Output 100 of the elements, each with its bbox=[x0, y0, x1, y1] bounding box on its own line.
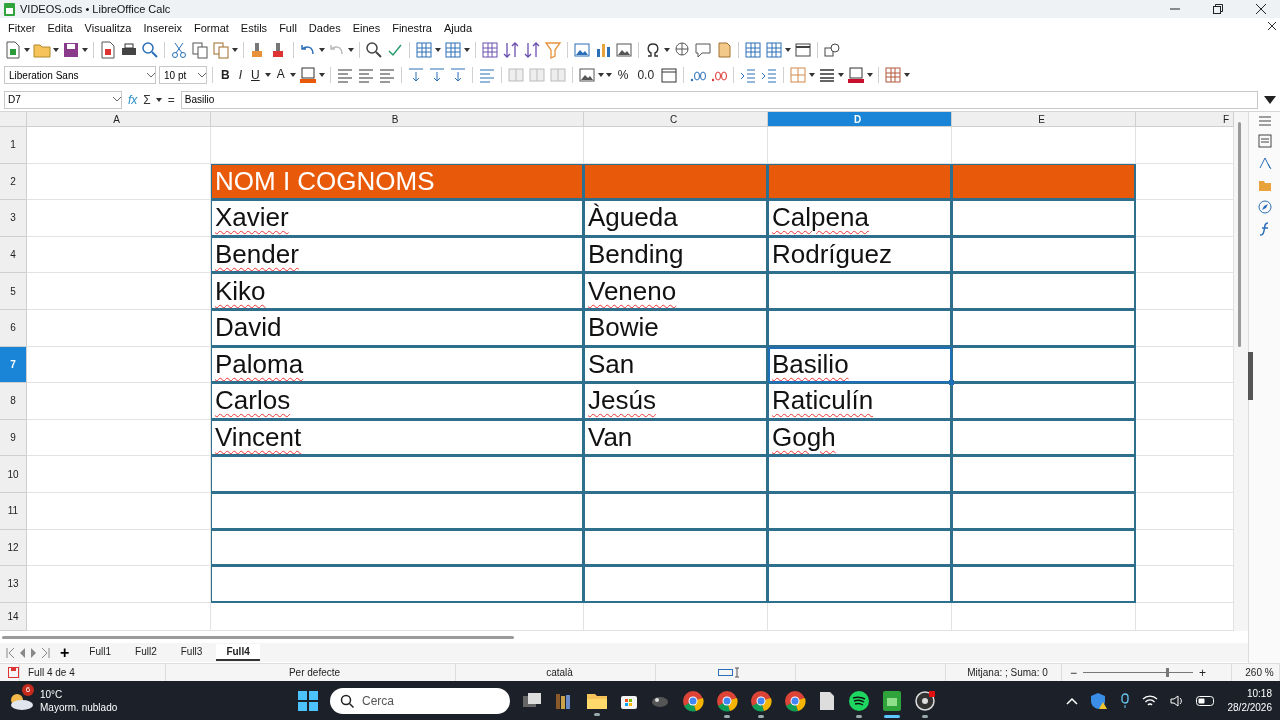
align-right-icon[interactable] bbox=[377, 66, 396, 84]
sheet-tab[interactable]: Full1 bbox=[79, 644, 122, 661]
zoom-slider-thumb[interactable] bbox=[1165, 668, 1169, 677]
music-app-icon[interactable] bbox=[848, 689, 870, 712]
table-cell[interactable]: Veneno bbox=[584, 273, 768, 310]
table-cell[interactable] bbox=[211, 492, 584, 530]
caret-icon[interactable] bbox=[289, 73, 296, 77]
menu-item[interactable]: Dades bbox=[302, 22, 347, 34]
menu-item[interactable]: Edita bbox=[41, 22, 79, 34]
selected-cell[interactable]: Basilio bbox=[768, 346, 952, 384]
caret-icon[interactable] bbox=[867, 73, 874, 77]
menu-item[interactable]: Eines bbox=[346, 22, 387, 34]
image-icon[interactable] bbox=[573, 41, 591, 59]
column-header[interactable]: E bbox=[952, 112, 1136, 127]
caret-icon[interactable] bbox=[838, 73, 845, 77]
save-icon[interactable] bbox=[62, 41, 80, 59]
align-center-icon[interactable] bbox=[356, 66, 375, 84]
table-cell[interactable] bbox=[952, 346, 1136, 384]
caret-icon[interactable] bbox=[319, 48, 325, 52]
table-cell[interactable]: Van bbox=[584, 419, 768, 457]
menu-item[interactable]: Full bbox=[273, 22, 303, 34]
column-header[interactable]: B bbox=[211, 112, 584, 127]
browser-icon[interactable] bbox=[784, 689, 806, 712]
document-app-icon[interactable] bbox=[818, 690, 836, 711]
table-cell[interactable]: San bbox=[584, 346, 768, 384]
font-name-field[interactable]: Liberation Sans bbox=[4, 66, 156, 84]
restore-icon[interactable] bbox=[1213, 4, 1223, 14]
add-sheet-button[interactable]: + bbox=[54, 643, 76, 662]
row-header[interactable]: 1 bbox=[0, 127, 27, 164]
wifi-icon[interactable] bbox=[1141, 694, 1158, 707]
speaker-icon[interactable] bbox=[1169, 694, 1184, 707]
caret-icon[interactable] bbox=[24, 48, 30, 52]
row-header[interactable]: 13 bbox=[0, 566, 27, 603]
table-cell[interactable]: Kiko bbox=[211, 273, 584, 310]
split-window-icon[interactable] bbox=[794, 41, 812, 59]
column-header[interactable]: C bbox=[584, 112, 768, 127]
column-header[interactable]: A bbox=[27, 112, 211, 127]
sort-ascending-icon[interactable] bbox=[502, 41, 520, 59]
font-color-button[interactable]: A bbox=[273, 66, 288, 84]
table-cell[interactable] bbox=[952, 529, 1136, 567]
caret-icon[interactable] bbox=[785, 48, 791, 52]
chevron-up-icon[interactable] bbox=[1065, 696, 1078, 705]
export-pdf-icon[interactable] bbox=[99, 41, 117, 59]
name-box[interactable]: D7 bbox=[4, 90, 122, 109]
caret-icon[interactable] bbox=[348, 48, 354, 52]
clock-time[interactable]: 10:18 bbox=[1246, 686, 1272, 701]
formula-input[interactable]: Basilio bbox=[180, 90, 1258, 109]
font-size-field[interactable]: 10 pt bbox=[159, 66, 207, 84]
table-cell[interactable] bbox=[768, 529, 952, 567]
menu-item[interactable]: Format bbox=[188, 22, 235, 34]
table-cell[interactable]: Paloma bbox=[211, 346, 584, 384]
table-cell[interactable] bbox=[768, 566, 952, 603]
browser-icon[interactable] bbox=[682, 689, 704, 712]
chart-icon[interactable] bbox=[594, 41, 612, 59]
row-header[interactable]: 6 bbox=[0, 309, 27, 347]
number-format-button[interactable]: % bbox=[614, 66, 632, 84]
table-cell[interactable]: Àgueda bbox=[584, 200, 768, 237]
table-cell[interactable] bbox=[211, 566, 584, 603]
column-header[interactable]: D bbox=[768, 112, 952, 127]
table-cell[interactable]: David bbox=[211, 309, 584, 347]
vertical-scrollbar[interactable] bbox=[1234, 112, 1248, 631]
table-cell[interactable] bbox=[584, 456, 768, 493]
zoom-out-button[interactable]: − bbox=[1070, 665, 1077, 680]
cut-icon[interactable] bbox=[170, 41, 188, 59]
highlight-color-icon[interactable] bbox=[298, 66, 317, 84]
table-cell[interactable] bbox=[584, 566, 768, 603]
browser-icon[interactable] bbox=[750, 689, 772, 712]
table-cell[interactable]: Xavier bbox=[211, 200, 584, 237]
row-header[interactable]: 3 bbox=[0, 200, 27, 237]
next-sheet-icon[interactable] bbox=[30, 647, 38, 658]
search-field[interactable]: Cerca bbox=[330, 687, 510, 714]
file-explorer-icon[interactable] bbox=[586, 691, 608, 710]
menu-item[interactable]: Insereix bbox=[137, 22, 188, 34]
dropdown-icon[interactable] bbox=[113, 97, 121, 102]
table-cell[interactable] bbox=[211, 456, 584, 493]
row-header[interactable]: 2 bbox=[0, 163, 27, 201]
menu-item[interactable]: Ajuda bbox=[437, 22, 479, 34]
merge-cells-icon[interactable] bbox=[506, 66, 525, 84]
dropdown-icon[interactable] bbox=[147, 72, 155, 78]
menu-item[interactable]: Finestra bbox=[386, 22, 438, 34]
sum-button[interactable]: Σ bbox=[143, 92, 151, 107]
table-cell[interactable]: Calpena bbox=[768, 200, 952, 237]
underline-button[interactable]: U bbox=[248, 66, 263, 84]
table-cell[interactable]: Raticulín bbox=[768, 383, 952, 420]
previous-sheet-icon[interactable] bbox=[18, 647, 26, 658]
caret-icon[interactable] bbox=[809, 73, 816, 77]
table-cell[interactable]: Vincent bbox=[211, 419, 584, 457]
table-cell[interactable] bbox=[952, 456, 1136, 493]
sheet-tab[interactable]: Full3 bbox=[170, 644, 213, 661]
align-left-icon[interactable] bbox=[335, 66, 354, 84]
table-cell[interactable]: Bending bbox=[584, 236, 768, 274]
table-cell[interactable] bbox=[584, 529, 768, 567]
row-header[interactable]: 14 bbox=[0, 602, 27, 631]
table-cell[interactable]: Rodríguez bbox=[768, 236, 952, 274]
border-color-icon[interactable] bbox=[847, 66, 866, 84]
task-view-icon[interactable] bbox=[522, 691, 542, 710]
caret-icon[interactable] bbox=[318, 73, 325, 77]
table-cell[interactable] bbox=[952, 236, 1136, 274]
row-header[interactable]: 10 bbox=[0, 456, 27, 493]
table-cell[interactable] bbox=[952, 200, 1136, 237]
